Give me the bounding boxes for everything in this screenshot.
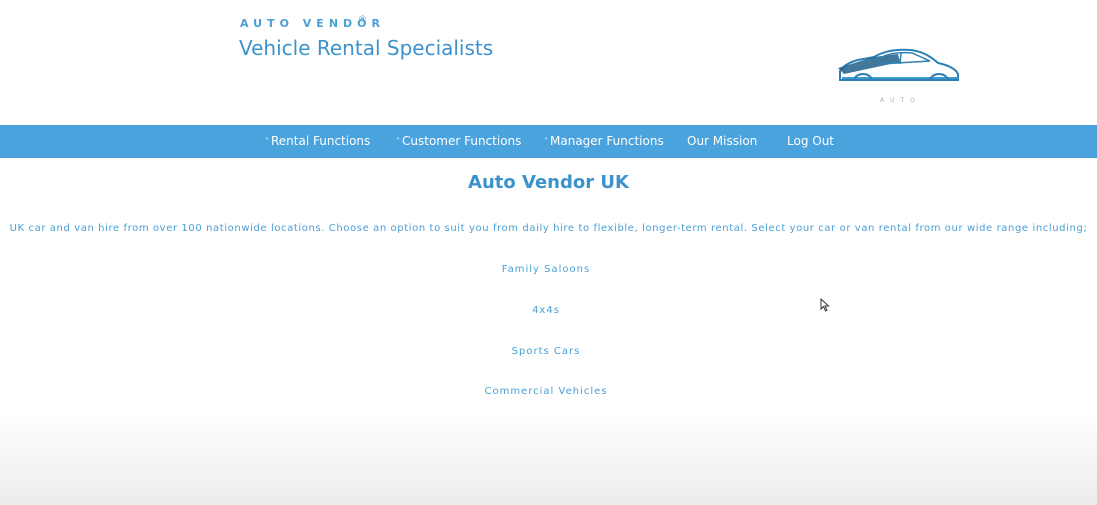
nav-label: Customer Functions (402, 134, 522, 148)
site-title[interactable]: Vehicle Rental Specialists (239, 36, 493, 60)
range-item-family-saloons: Family Saloons (501, 264, 591, 275)
svg-text:AUTO: AUTO (880, 97, 921, 104)
nav-label: Rental Functions (271, 134, 371, 148)
range-item-sports-cars: Sports Cars (511, 346, 581, 357)
main-nav: ˅ Rental Functions ˅ Customer Functions ˅ M… (0, 125, 1097, 158)
chevron-down-icon: ˅ (544, 137, 548, 146)
nav-label: Log Out (787, 134, 835, 148)
nav-rental-functions[interactable]: ˅ Rental Functions (265, 125, 370, 158)
intro-text: UK car and van hire from over 100 nation… (9, 223, 1088, 234)
registered-mark: ® (358, 15, 367, 25)
nav-our-mission[interactable]: Our Mission (687, 125, 757, 158)
range-item-4x4s: 4x4s (532, 305, 560, 316)
nav-manager-functions[interactable]: ˅ Manager Functions (544, 125, 664, 158)
chevron-down-icon: ˅ (265, 137, 269, 146)
car-logo-icon[interactable]: AUTO (834, 38, 966, 108)
range-item-commercial-vehicles: Commercial Vehicles (484, 386, 608, 397)
nav-log-out[interactable]: Log Out (787, 125, 834, 158)
mouse-cursor-icon (820, 297, 830, 312)
nav-label: Manager Functions (550, 134, 664, 148)
car-logo-svg: AUTO (838, 48, 959, 104)
nav-label: Our Mission (687, 134, 758, 148)
site-header: AUTO VENDOR ® Vehicle Rental Specialists… (0, 0, 1097, 125)
nav-customer-functions[interactable]: ˅ Customer Functions (396, 125, 521, 158)
page-title: Auto Vendor UK (468, 172, 629, 193)
chevron-down-icon: ˅ (396, 137, 400, 146)
